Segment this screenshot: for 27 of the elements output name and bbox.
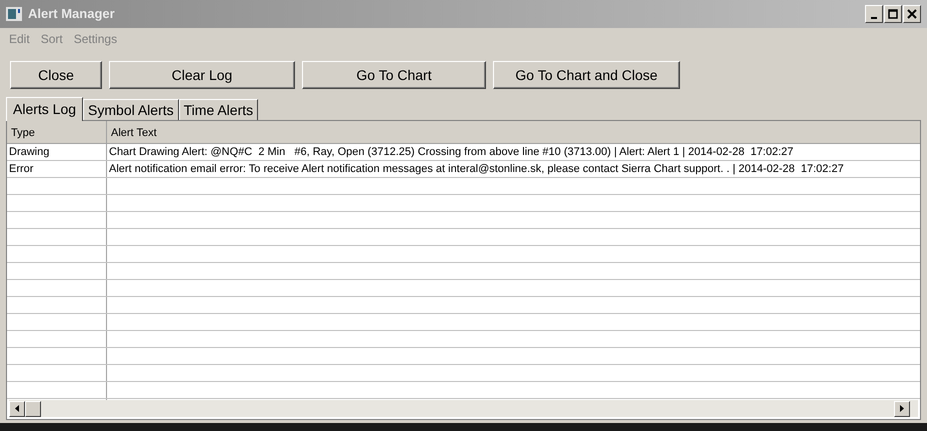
column-header[interactable]: Alert Text (107, 121, 920, 143)
table-cell-text: Chart Drawing Alert: @NQ#C 2 Min #6, Ray, Open (3712.25) Crossing from above line #10 (3713.00) | Alert: Alert 1 | 2014-02-28 17:02:27 (108, 145, 794, 160)
scroll-thumb[interactable] (25, 400, 41, 416)
action-button[interactable]: Go To Chart (302, 61, 486, 89)
table-cell-text: Alert notification email error: To receive Alert notification messages at interal@stonline.sk, please contact Sierra Chart support. . | 2014-02-28 17:02:27 (108, 162, 845, 177)
window-title: Alert Manager (28, 5, 115, 24)
action-button[interactable]: Clear Log (109, 61, 295, 89)
tab[interactable]: Alerts Log (6, 97, 84, 121)
right-arrow-icon (900, 405, 904, 412)
tab[interactable]: Symbol Alerts (83, 99, 179, 120)
window-icon (6, 7, 22, 21)
left-arrow-icon (15, 405, 19, 412)
minimize-button[interactable] (865, 5, 883, 23)
close-icon (907, 9, 917, 19)
table-cell: Drawing (7, 144, 107, 160)
column-header[interactable]: Type (7, 121, 107, 143)
horizontal-scrollbar[interactable] (9, 400, 918, 417)
tab[interactable]: Time Alerts (178, 99, 258, 120)
maximize-button[interactable] (884, 5, 902, 23)
action-button[interactable]: Go To Chart and Close (493, 61, 680, 89)
scroll-right-button[interactable] (894, 400, 910, 416)
table-cell: Error (7, 161, 107, 177)
maximize-icon (888, 9, 898, 19)
action-button[interactable]: Close (10, 61, 102, 89)
minimize-icon (871, 17, 877, 19)
scroll-left-button[interactable] (9, 400, 25, 416)
close-button[interactable] (903, 5, 921, 23)
